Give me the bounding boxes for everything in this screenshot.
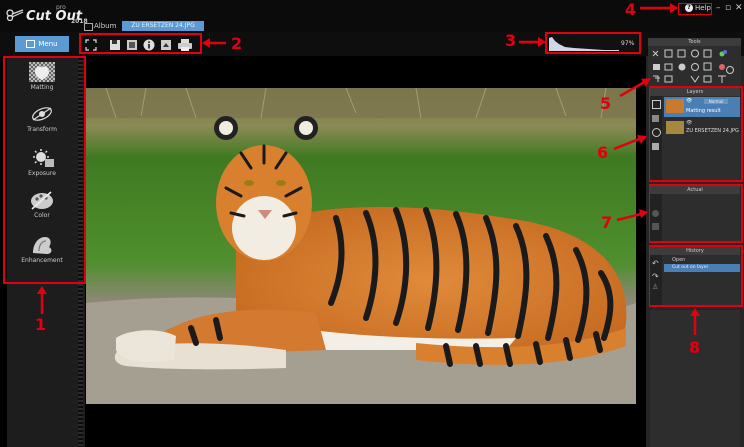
- annotation-label-6: 6: [597, 143, 609, 162]
- annotation-label-8: 8: [689, 338, 701, 357]
- annotation-overlay: [37, 3, 700, 335]
- annotation-label-2: 2: [231, 34, 243, 53]
- annotation-label-1: 1: [35, 315, 47, 334]
- annotation-label-7: 7: [601, 213, 613, 232]
- annotation-label-3: 3: [505, 31, 517, 50]
- annotation-label-4: 4: [625, 0, 637, 19]
- annotation-label-5: 5: [600, 94, 612, 113]
